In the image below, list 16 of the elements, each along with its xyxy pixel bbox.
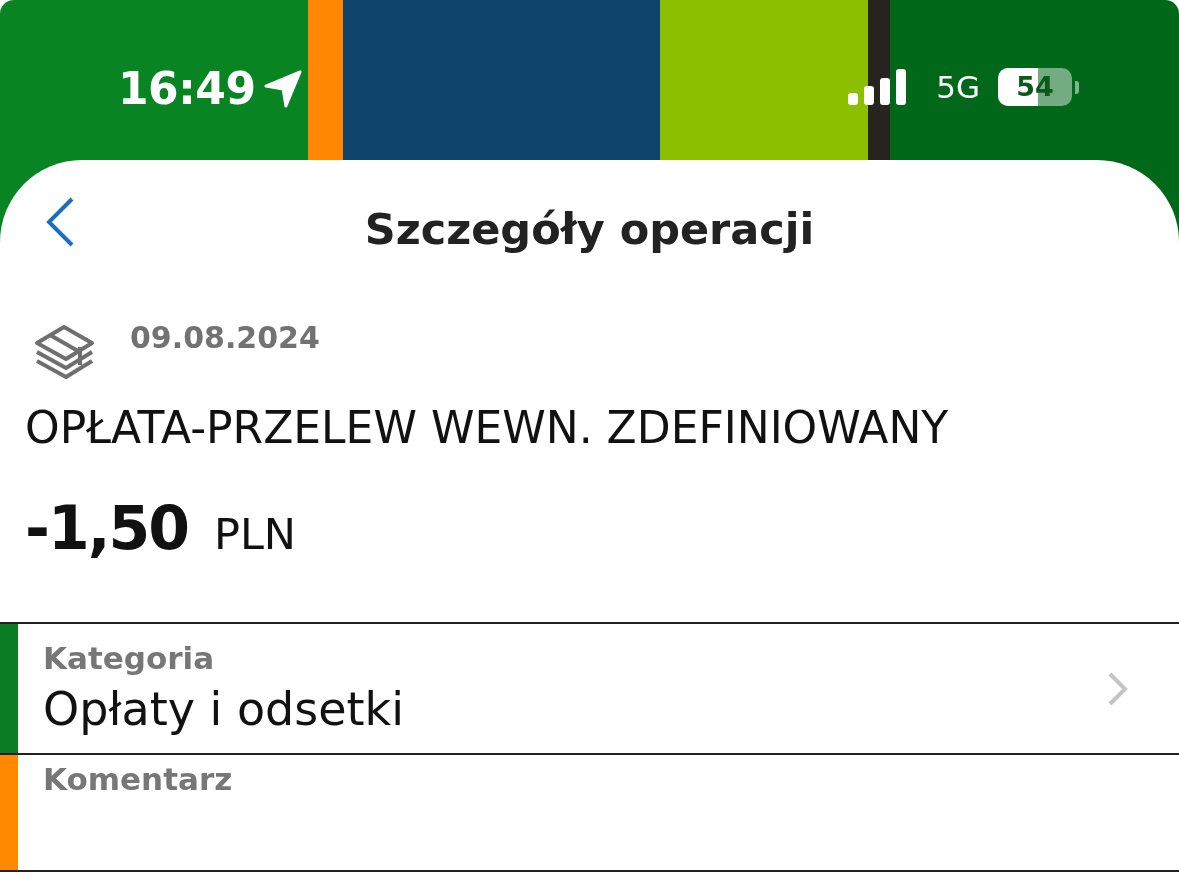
network-type: 5G bbox=[936, 68, 980, 106]
category-row[interactable]: Kategoria Opłaty i odsetki bbox=[0, 624, 1179, 755]
location-arrow-icon bbox=[263, 70, 302, 108]
field-label: Kategoria bbox=[43, 640, 216, 676]
chevron-right-icon bbox=[1107, 670, 1129, 707]
operation-date: 09.08.2024 bbox=[130, 319, 320, 355]
comment-field[interactable]: Komentarz bbox=[0, 755, 1179, 872]
category-value: Opłaty i odsetki bbox=[43, 682, 405, 736]
operation-amount: -1,50 bbox=[25, 493, 188, 563]
screen-title: Szczegóły operacji bbox=[364, 204, 815, 254]
status-time: 16:49 bbox=[118, 63, 256, 115]
currency-code: PLN bbox=[213, 509, 296, 559]
field-label: Komentarz bbox=[43, 761, 234, 797]
back-chevron-icon bbox=[45, 197, 75, 247]
signal-icon bbox=[848, 69, 907, 105]
operation-description: OPŁATA-PRZELEW WEWN. ZDEFINIOWANY bbox=[24, 402, 950, 453]
